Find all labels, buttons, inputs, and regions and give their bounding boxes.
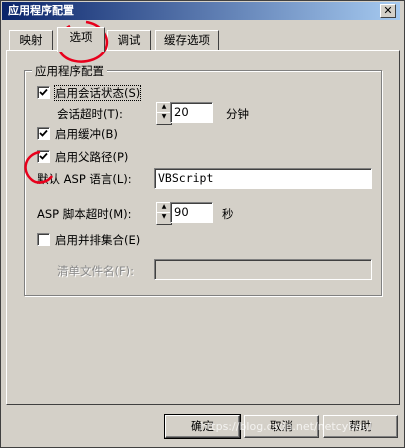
tab-cache-options[interactable]: 缓存选项 <box>155 30 219 50</box>
tab-mapping[interactable]: 映射 <box>9 30 53 50</box>
script-timeout-unit: 秒 <box>222 207 234 221</box>
help-button[interactable]: 帮助 <box>323 415 398 438</box>
checkmark-icon <box>39 152 48 160</box>
default-language-input[interactable]: VBScript <box>154 168 372 189</box>
enable-session-label: 启用会话状态(S) <box>53 85 142 101</box>
close-icon: ✕ <box>383 4 393 17</box>
session-timeout-input[interactable]: 20 <box>170 102 213 123</box>
script-timeout-input[interactable]: 90 <box>170 202 213 223</box>
tab-label: 调试 <box>117 33 141 47</box>
session-timeout-label: 会话超时(T): <box>57 107 123 121</box>
tab-label: 映射 <box>19 33 43 47</box>
window-title: 应用程序配置 <box>8 4 74 17</box>
script-timeout-spinner[interactable]: ▲ ▼ <box>156 202 172 225</box>
script-timeout-label: ASP 脚本超时(M): <box>37 207 132 221</box>
enable-side-by-side-label: 启用并排集合(E) <box>55 233 141 247</box>
tab-label: 选项 <box>69 30 93 44</box>
tab-debug[interactable]: 调试 <box>107 30 151 50</box>
enable-session-checkbox[interactable] <box>37 86 50 99</box>
enable-parent-paths-checkbox[interactable] <box>37 150 50 163</box>
ok-button[interactable]: 确定 <box>164 414 241 439</box>
session-timeout-unit: 分钟 <box>226 107 249 121</box>
default-language-label: 默认 ASP 语言(L): <box>37 172 132 186</box>
tab-label: 缓存选项 <box>164 33 210 47</box>
tab-options[interactable]: 选项 <box>57 27 105 52</box>
enable-side-by-side-checkbox[interactable] <box>37 233 50 246</box>
enable-buffer-checkbox[interactable] <box>37 127 50 140</box>
manifest-file-label: 清单文件名(F): <box>57 264 134 278</box>
enable-buffer-label: 启用缓冲(B) <box>55 127 118 141</box>
cancel-button[interactable]: 取消 <box>244 415 319 438</box>
close-button[interactable]: ✕ <box>380 4 396 18</box>
checkmark-icon <box>39 129 48 137</box>
manifest-file-input[interactable] <box>154 259 372 280</box>
checkmark-icon <box>39 88 48 96</box>
group-label: 应用程序配置 <box>32 63 107 79</box>
session-timeout-spinner[interactable]: ▲ ▼ <box>156 102 172 125</box>
title-bar[interactable]: 应用程序配置 ✕ <box>2 2 400 20</box>
enable-parent-paths-label: 启用父路径(P) <box>55 150 129 164</box>
